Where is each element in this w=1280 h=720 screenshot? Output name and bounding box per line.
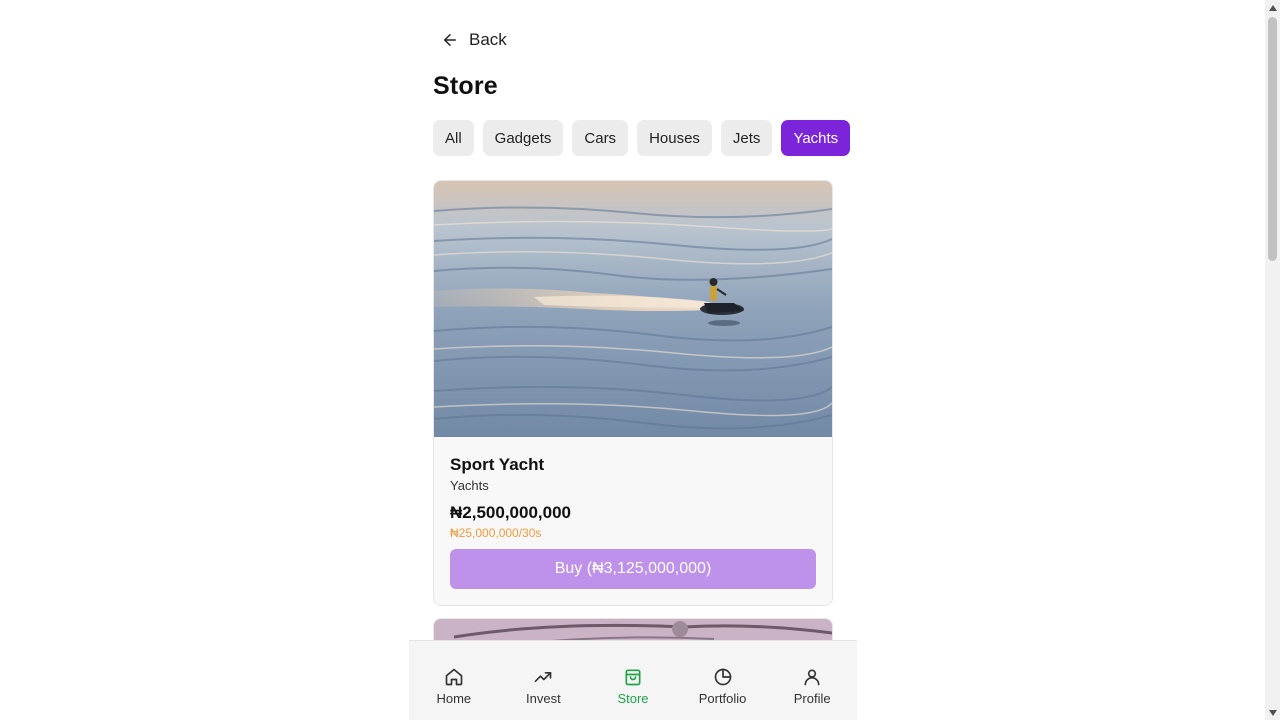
nav-store[interactable]: Store	[593, 667, 673, 706]
scrollbar-thumb[interactable]	[1268, 17, 1277, 261]
filter-gadgets[interactable]: Gadgets	[482, 120, 564, 156]
user-icon	[802, 667, 822, 687]
nav-home[interactable]: Home	[414, 667, 494, 706]
arrow-left-icon	[441, 31, 459, 49]
pie-chart-icon	[713, 667, 733, 687]
bottom-nav: Home Invest Store Portfolio Profile	[409, 640, 857, 720]
page-scrollbar[interactable]	[1265, 0, 1280, 720]
product-yield: ₦25,000,000/30s	[450, 526, 542, 540]
filter-houses[interactable]: Houses	[637, 120, 712, 156]
store-page: Back Store All Gadgets Cars Houses Jets …	[409, 0, 857, 720]
product-details: Sport Yacht Yachts ₦2,500,000,000 ₦25,00…	[450, 455, 816, 540]
product-name: Sport Yacht	[450, 455, 545, 474]
category-filters: All Gadgets Cars Houses Jets Yachts	[433, 120, 851, 156]
nav-invest-label: Invest	[526, 691, 561, 706]
trending-up-icon	[533, 667, 553, 687]
nav-profile-label: Profile	[793, 691, 831, 706]
nav-portfolio-label: Portfolio	[698, 691, 747, 706]
product-card: Sport Yacht Yachts ₦2,500,000,000 ₦25,00…	[433, 180, 833, 606]
nav-invest[interactable]: Invest	[503, 667, 583, 706]
viewport: Back Store All Gadgets Cars Houses Jets …	[0, 0, 1280, 720]
nav-store-label: Store	[617, 691, 649, 706]
product-price: ₦2,500,000,000	[450, 503, 571, 522]
buy-button[interactable]: Buy (₦3,125,000,000)	[450, 549, 816, 589]
page-title: Store	[433, 72, 498, 100]
shopping-bag-icon	[623, 667, 643, 687]
scroll-up-icon[interactable]	[1265, 0, 1280, 15]
product-image	[434, 181, 832, 437]
back-label: Back	[469, 30, 507, 49]
filter-all[interactable]: All	[433, 120, 474, 156]
home-icon	[444, 667, 464, 687]
nav-profile[interactable]: Profile	[772, 667, 852, 706]
nav-portfolio[interactable]: Portfolio	[683, 667, 763, 706]
filter-jets[interactable]: Jets	[720, 120, 773, 156]
filter-cars[interactable]: Cars	[572, 120, 629, 156]
filter-yachts[interactable]: Yachts	[781, 120, 851, 156]
back-button[interactable]: Back	[441, 26, 507, 54]
product-category: Yachts	[450, 478, 489, 493]
nav-home-label: Home	[436, 691, 472, 706]
scroll-down-icon[interactable]	[1265, 705, 1280, 720]
